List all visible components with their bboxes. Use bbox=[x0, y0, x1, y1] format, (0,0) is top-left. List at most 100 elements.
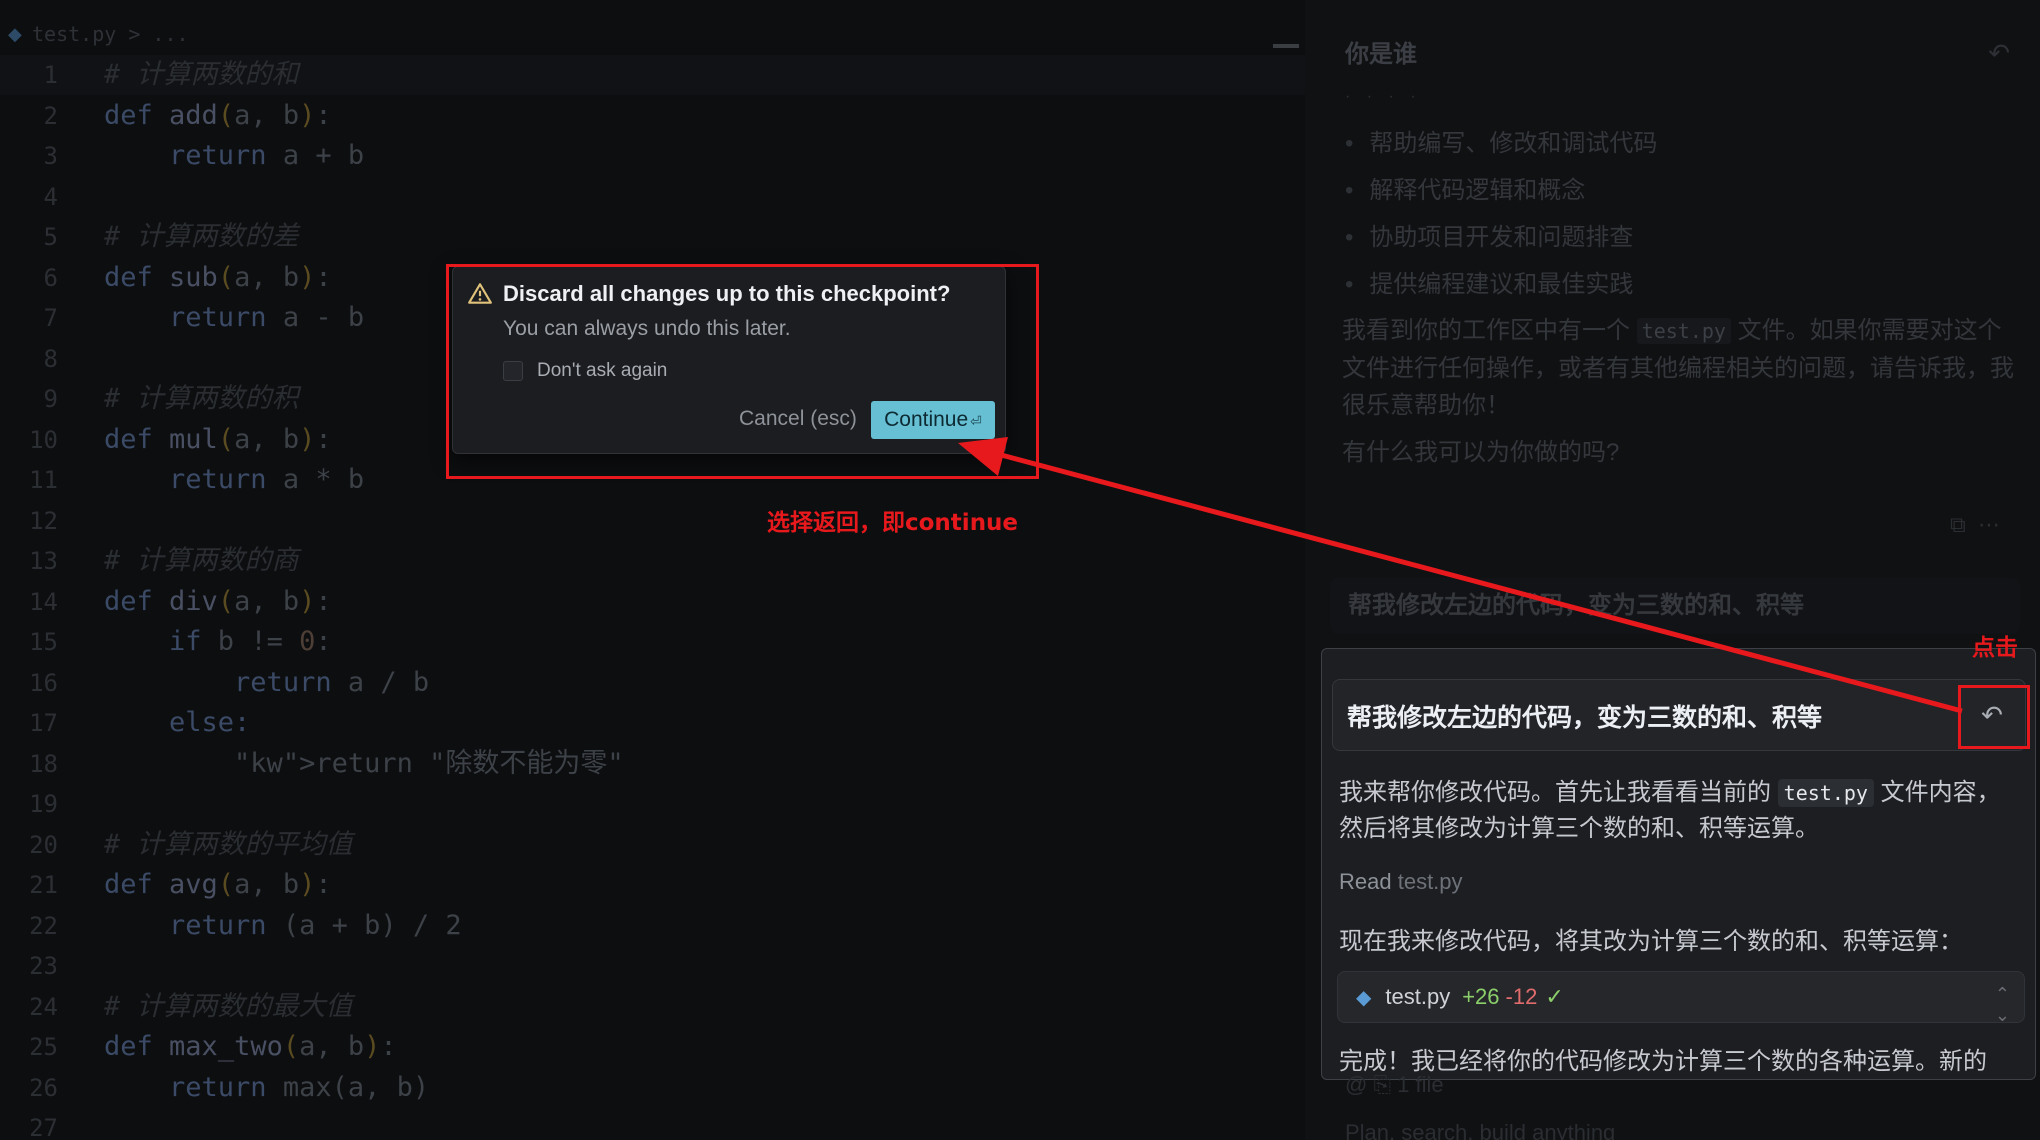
code-line[interactable]: 12 bbox=[0, 501, 1305, 542]
code-line[interactable]: 17 else: bbox=[0, 703, 1305, 744]
code-line[interactable]: 25 def max_two(a, b): bbox=[0, 1027, 1305, 1068]
inline-code: test.py bbox=[1777, 779, 1874, 807]
code-line[interactable]: 20 # 计算两数的平均值 bbox=[0, 825, 1305, 866]
line-number: 18 bbox=[29, 749, 58, 778]
code-line[interactable]: 1 # 计算两数的和 bbox=[0, 55, 1305, 96]
line-number: 12 bbox=[29, 506, 58, 535]
line-number: 20 bbox=[29, 830, 58, 859]
line-number: 24 bbox=[29, 992, 58, 1021]
more-icon[interactable]: ⋯ bbox=[1978, 512, 2000, 537]
line-source: # 计算两数的积 bbox=[104, 383, 299, 414]
line-number: 1 bbox=[43, 61, 58, 89]
line-number: 22 bbox=[29, 911, 58, 940]
line-source: return a - b bbox=[169, 302, 365, 333]
code-line[interactable]: 13 # 计算两数的商 bbox=[0, 541, 1305, 582]
user-message-box[interactable]: 帮我修改左边的代码，变为三数的和、积等 ↶ bbox=[1332, 679, 2026, 751]
assistant-question: 有什么我可以为你做的吗? bbox=[1342, 439, 1620, 466]
line-number: 11 bbox=[29, 466, 58, 494]
line-source: return max(a, b) bbox=[169, 1071, 430, 1103]
code-line[interactable]: 2 def add(a, b): bbox=[0, 96, 1305, 137]
line-number: 16 bbox=[29, 668, 58, 697]
file-change-card[interactable]: ◆ test.py +26 -12 ✓ ⌃ ⌄ bbox=[1337, 971, 2025, 1026]
code-line[interactable]: 26 return max(a, b) bbox=[0, 1068, 1305, 1109]
line-number: 21 bbox=[29, 871, 58, 899]
tool-read-line[interactable]: Read test.py bbox=[1339, 869, 1463, 895]
code-line[interactable]: 19 bbox=[0, 784, 1305, 825]
code-line[interactable]: 23 bbox=[0, 946, 1305, 987]
code-line[interactable]: 14 def div(a, b): bbox=[0, 582, 1305, 623]
code-line[interactable]: 22 return (a + b) / 2 bbox=[0, 906, 1305, 947]
line-number: 27 bbox=[29, 1114, 58, 1140]
line-source bbox=[58, 177, 104, 218]
python-icon: ◆ bbox=[1356, 986, 1372, 1009]
code-line[interactable]: 5 # 计算两数的差 bbox=[0, 217, 1305, 258]
line-source: # 计算两数的和 bbox=[104, 59, 299, 90]
expand-chevron-icon[interactable]: ⌃ ⌄ bbox=[1995, 984, 2010, 1026]
code-line[interactable]: 16 return a / b bbox=[0, 663, 1305, 704]
line-source bbox=[58, 1108, 104, 1140]
capability-item: 解释代码逻辑和概念 bbox=[1345, 167, 1657, 214]
check-icon: ✓ bbox=[1545, 984, 1564, 1009]
line-number: 23 bbox=[29, 952, 58, 980]
code-line[interactable]: 21 def avg(a, b): bbox=[0, 865, 1305, 906]
composer-input[interactable]: Plan, search, build anything bbox=[1345, 1120, 1615, 1140]
line-number: 7 bbox=[43, 304, 58, 332]
line-source bbox=[58, 946, 104, 987]
annotation-restore-box bbox=[1958, 685, 2030, 749]
assistant-capabilities-list: 帮助编写、修改和调试代码解释代码逻辑和概念协助项目开发和问题排查提供编程建议和最… bbox=[1345, 120, 1657, 308]
line-number: 19 bbox=[29, 790, 58, 818]
capability-item: 帮助编写、修改和调试代码 bbox=[1345, 120, 1657, 167]
assistant-reply-3: 完成！我已经将你的代码修改为计算三个数的各种运算。新的 bbox=[1339, 1048, 1987, 1075]
breadcrumb[interactable]: test.py > ... bbox=[32, 22, 189, 46]
code-line[interactable]: 4 bbox=[0, 177, 1305, 218]
line-number: 25 bbox=[29, 1033, 58, 1061]
line-number: 17 bbox=[29, 709, 58, 737]
capability-item: 协助项目开发和问题排查 bbox=[1345, 214, 1657, 261]
previous-user-message[interactable]: 帮我修改左边的代码，变为三数的和、积等 bbox=[1330, 578, 2020, 634]
editor-breadcrumb-bar: ◆ test.py > ... bbox=[0, 14, 1305, 54]
line-source: return a / b bbox=[234, 666, 430, 698]
composer-context[interactable]: @ ⎘ 1 file bbox=[1345, 1072, 1444, 1098]
minimize-icon[interactable] bbox=[1273, 44, 1299, 48]
line-number: 26 bbox=[29, 1073, 58, 1102]
active-message-region: 帮我修改左边的代码，变为三数的和、积等 ↶ 我来帮你修改代码。首先让我看看当前的… bbox=[1321, 648, 2036, 1080]
line-number: 3 bbox=[43, 142, 58, 170]
code-line[interactable]: 15 if b != 0: bbox=[0, 622, 1305, 663]
line-source: return a * b bbox=[169, 464, 365, 495]
undo-icon[interactable]: ↶ bbox=[1988, 38, 2010, 69]
line-number: 5 bbox=[43, 223, 58, 251]
lines-removed: -12 bbox=[1505, 984, 1538, 1009]
code-lines[interactable]: 1 # 计算两数的和 2 def add(a, b): 3 return a + b 4 5… bbox=[0, 55, 1305, 1140]
code-line[interactable]: 18 "kw">return "除数不能为零" bbox=[0, 744, 1305, 785]
line-source: "kw">return "除数不能为零" bbox=[234, 747, 624, 779]
python-file-icon: ◆ bbox=[8, 24, 22, 44]
line-source: else: bbox=[169, 707, 251, 738]
line-number: 2 bbox=[43, 101, 58, 130]
line-source: # 计算两数的商 bbox=[104, 545, 299, 576]
inline-code: test.py bbox=[1636, 318, 1731, 344]
line-source bbox=[58, 501, 104, 542]
assistant-paragraph: 我看到你的工作区中有一个 test.py 文件。如果你需要对这个文件进行任何操作… bbox=[1342, 317, 2014, 419]
line-source bbox=[58, 339, 104, 380]
annotation-continue-note: 选择返回，即continue bbox=[767, 510, 1019, 536]
message-actions: ⧉ ⋯ bbox=[1950, 512, 2000, 538]
code-line[interactable]: 27 bbox=[0, 1108, 1305, 1140]
copy-icon[interactable]: ⧉ bbox=[1950, 512, 1966, 537]
chat-title: 你是谁 bbox=[1345, 41, 1417, 68]
annotation-click-label: 点击 bbox=[1972, 635, 2018, 661]
line-number: 4 bbox=[43, 182, 58, 211]
line-number: 13 bbox=[29, 547, 58, 575]
line-number: 8 bbox=[43, 344, 58, 373]
line-source: def add(a, b): bbox=[104, 99, 332, 131]
assistant-reply: 我来帮你修改代码。首先让我看看当前的 test.py 文件内容，然后将其修改为计… bbox=[1339, 779, 2001, 842]
chat-panel: 你是谁 ↶ · · · · 帮助编写、修改和调试代码解释代码逻辑和概念协助项目开… bbox=[1305, 0, 2040, 1140]
file-name: test.py bbox=[1385, 984, 1451, 1009]
code-line[interactable]: 24 # 计算两数的最大值 bbox=[0, 987, 1305, 1028]
line-source: if b != 0: bbox=[169, 626, 332, 657]
code-line[interactable]: 3 return a + b bbox=[0, 136, 1305, 177]
line-source: def sub(a, b): bbox=[104, 261, 332, 293]
separator-dots: · · · · bbox=[1345, 88, 1422, 105]
line-source: # 计算两数的平均值 bbox=[104, 828, 353, 860]
lines-added: +26 bbox=[1462, 984, 1500, 1009]
code-editor[interactable]: ◆ test.py > ... 1 # 计算两数的和 2 def add(a, b):… bbox=[0, 0, 1305, 1140]
